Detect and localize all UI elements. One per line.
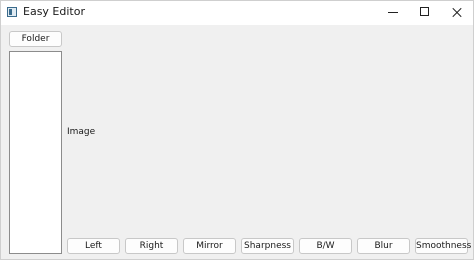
file-list[interactable] [9, 51, 62, 254]
rotate-right-button[interactable]: Right [125, 238, 178, 254]
window-title: Easy Editor [23, 5, 85, 18]
image-placeholder: Image [67, 127, 96, 137]
app-window: Easy Editor Folder Image Left Right Mirr… [0, 0, 474, 260]
folder-button[interactable]: Folder [9, 31, 62, 47]
sharpness-button[interactable]: Sharpness [241, 238, 294, 254]
black-white-button[interactable]: B/W [299, 238, 352, 254]
close-button[interactable] [441, 1, 473, 25]
blur-button[interactable]: Blur [357, 238, 410, 254]
maximize-button[interactable] [409, 1, 441, 25]
smoothness-button[interactable]: Smoothness [415, 238, 471, 254]
title-bar[interactable]: Easy Editor [1, 1, 473, 25]
mirror-button[interactable]: Mirror [183, 238, 236, 254]
minimize-button[interactable] [377, 1, 409, 25]
app-icon [7, 7, 17, 17]
rotate-left-button[interactable]: Left [67, 238, 120, 254]
